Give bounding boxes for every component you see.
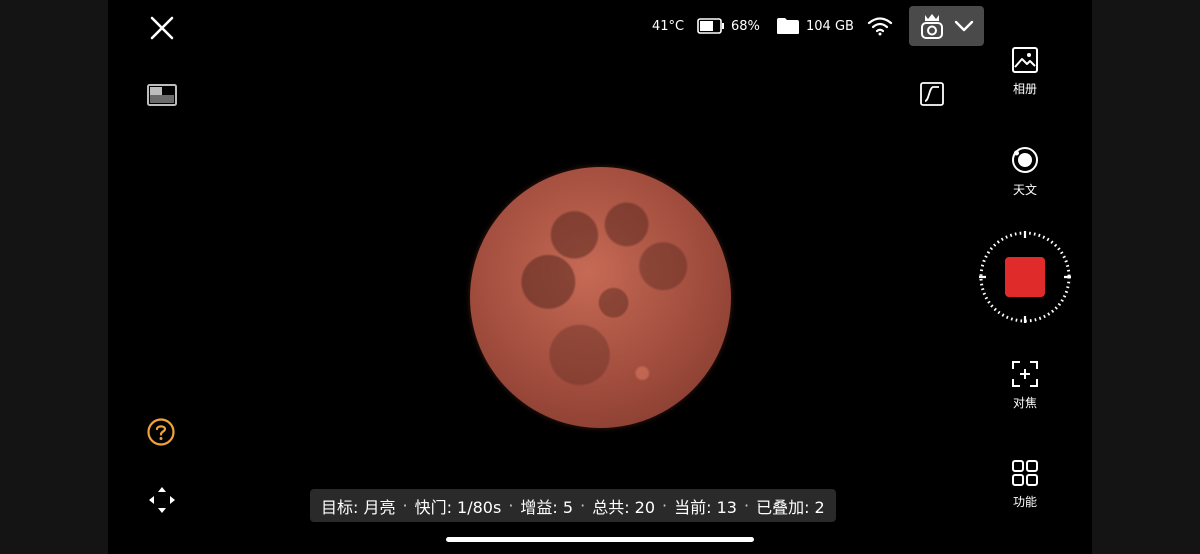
- histogram-curve-button[interactable]: [920, 82, 944, 106]
- separator: ·: [580, 496, 586, 515]
- focus-label: 对焦: [1012, 396, 1037, 410]
- orbit-icon: [1012, 147, 1038, 173]
- grid-icon: [1012, 460, 1038, 486]
- album-label: 相册: [1012, 82, 1037, 96]
- curve-icon: [920, 82, 944, 106]
- close-button[interactable]: [147, 13, 177, 43]
- separator: ·: [402, 496, 408, 515]
- close-icon: [150, 16, 174, 40]
- gallery-icon: [1012, 47, 1038, 73]
- picture-in-picture-icon: [147, 84, 177, 106]
- picture-in-picture-button[interactable]: [147, 84, 177, 106]
- home-indicator[interactable]: [446, 537, 754, 542]
- storage-indicator: 104 GB: [776, 10, 854, 42]
- battery-icon: [697, 18, 724, 34]
- astronomy-label: 天文: [1012, 183, 1037, 197]
- help-button[interactable]: [147, 418, 175, 446]
- device-selector-button[interactable]: [909, 6, 984, 46]
- right-letterbox: [1092, 0, 1200, 554]
- temperature-value: 41°C: [652, 18, 685, 34]
- folder-icon: [777, 18, 799, 34]
- battery-indicator: 68%: [697, 10, 760, 42]
- record-stop-button[interactable]: [977, 229, 1073, 325]
- functions-label: 功能: [1012, 495, 1037, 509]
- separator: ·: [508, 496, 514, 515]
- four-way-arrows-icon: [149, 487, 175, 513]
- focus-frame-icon: [1012, 361, 1038, 387]
- target-info: 目标: 月亮: [321, 497, 396, 517]
- battery-value: 68%: [731, 18, 760, 34]
- left-letterbox: [0, 0, 108, 554]
- temperature-indicator: 41°C: [652, 10, 684, 42]
- wifi-indicator: [867, 10, 893, 42]
- functions-button[interactable]: 功能: [985, 459, 1065, 510]
- separator: ·: [662, 496, 668, 515]
- astronomy-button[interactable]: 天文: [985, 145, 1065, 198]
- chevron-down-icon: [954, 20, 974, 32]
- gain-info: 增益: 5: [520, 497, 574, 517]
- separator: ·: [743, 496, 750, 515]
- shutter-info: 快门: 1/80s: [414, 497, 502, 517]
- focus-button[interactable]: 对焦: [985, 360, 1065, 411]
- moon-image: [470, 167, 731, 428]
- wifi-icon: [867, 17, 893, 36]
- stacked-frames-info: 已叠加: 2: [756, 497, 825, 517]
- help-icon: [147, 418, 175, 446]
- direction-control-button[interactable]: [146, 484, 178, 516]
- current-frame-info: 当前: 13: [674, 497, 737, 517]
- total-frames-info: 总共: 20: [592, 497, 656, 517]
- capture-info-bar: 目标: 月亮 · 快门: 1/80s · 增益: 5 · 总共: 20 · 当前…: [310, 489, 836, 522]
- telescope-device-icon: [921, 14, 943, 39]
- storage-value: 104 GB: [806, 18, 854, 34]
- album-button[interactable]: 相册: [985, 46, 1065, 97]
- stop-recording-icon: [1005, 257, 1045, 297]
